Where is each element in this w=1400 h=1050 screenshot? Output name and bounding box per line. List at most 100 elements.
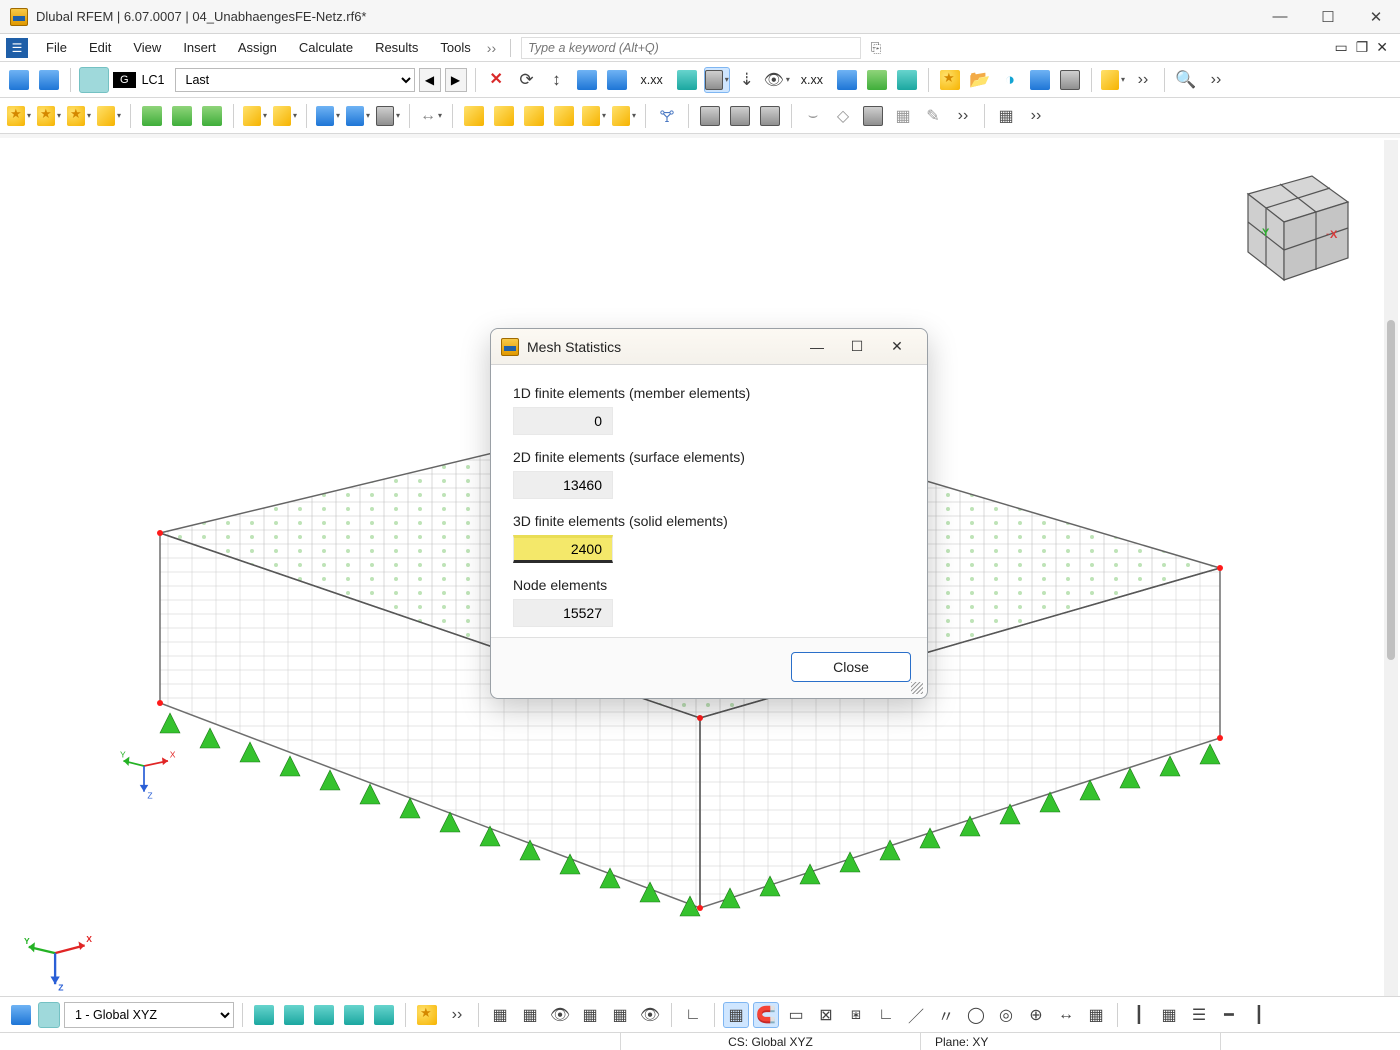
view-top-button[interactable] [757,103,783,129]
supports-button[interactable] [864,67,890,93]
toolbar1-more[interactable]: ›› [1203,67,1229,93]
grid-style-button[interactable] [414,1002,440,1028]
line-load-button[interactable] [521,103,547,129]
find-zoom-button[interactable]: 🔍 [1173,67,1199,93]
menu-insert[interactable]: Insert [173,37,226,58]
window-minimize-button[interactable]: — [1256,0,1304,34]
new-opening-button[interactable]: ▾ [242,103,268,129]
snap-center-button[interactable]: ⊕ [1023,1002,1049,1028]
free-load-button[interactable]: ▾ [581,103,607,129]
isometric-view-button[interactable]: ▾ [704,67,730,93]
plane-xy-button[interactable] [251,1002,277,1028]
snap-line1-button[interactable]: ／ [903,1002,929,1028]
menu-edit[interactable]: Edit [79,37,121,58]
filter-button[interactable]: 🝖 [654,103,680,129]
bottom-overflow-1[interactable]: ›› [444,1002,470,1028]
guide-v2-button[interactable]: ┃ [1246,1002,1272,1028]
snap-circle-button[interactable]: ◯ [963,1002,989,1028]
dialog-maximize-button[interactable]: ☐ [837,333,877,361]
nodal-load-button[interactable] [461,103,487,129]
dialog-close-icon[interactable]: ✕ [877,333,917,361]
guide-layers-button[interactable]: ☰ [1186,1002,1212,1028]
cs-icon[interactable] [8,1002,34,1028]
new-green3-button[interactable] [199,103,225,129]
view-side-button[interactable] [727,103,753,129]
snap-visible-button[interactable]: 👁 [547,1002,573,1028]
coloring-button[interactable] [674,67,700,93]
snap-grid3-button[interactable]: ▦ [577,1002,603,1028]
snap-target-button[interactable]: ◎ [993,1002,1019,1028]
dialog-minimize-button[interactable]: — [797,333,837,361]
plane-yz-button[interactable] [281,1002,307,1028]
show-extremes-button[interactable]: x.xx [794,67,830,93]
snap-diag-button[interactable]: ⧆ [843,1002,869,1028]
intersect-button[interactable]: ▾ [315,103,341,129]
force-button[interactable] [574,67,600,93]
view-pan-button[interactable]: ↕ [544,67,570,93]
plane-custom-button[interactable] [371,1002,397,1028]
misc-3-button[interactable] [860,103,886,129]
dialog-close-button[interactable]: Close [791,652,911,682]
model-manager-button[interactable] [1057,67,1083,93]
extend-button[interactable]: ▾ [375,103,401,129]
toolbar2-more[interactable]: ›› [1023,103,1049,129]
loadcase-select[interactable]: Last [175,68,415,92]
snap-grid1-button[interactable]: ▦ [487,1002,513,1028]
menu-results[interactable]: Results [365,37,428,58]
panel-toggle-icon[interactable]: ▭ [1334,39,1347,56]
dim-button[interactable]: ↔▾ [418,103,444,129]
panel-restore-icon[interactable]: ❐ [1356,39,1369,56]
undo-button[interactable] [6,67,32,93]
menu-overflow-icon[interactable]: ›› [487,40,496,56]
search-scope-icon[interactable]: ⎘ [863,37,889,59]
coordinate-system-select[interactable]: 1 - Global XYZ [64,1002,234,1028]
cs-color-swatch[interactable] [38,1002,60,1028]
toolbar2-overflow[interactable]: ›› [950,103,976,129]
misc-1-button[interactable]: ⌣ [800,103,826,129]
viewport-vertical-scrollbar[interactable] [1384,140,1398,1010]
guide-grid-button[interactable]: ▦ [1156,1002,1182,1028]
window-close-button[interactable]: ✕ [1352,0,1400,34]
new-node-button[interactable]: ▾ [6,103,32,129]
block-manager-button[interactable] [1027,67,1053,93]
view-front-button[interactable] [697,103,723,129]
new-green2-button[interactable] [169,103,195,129]
menu-assign[interactable]: Assign [228,37,287,58]
show-values-button[interactable]: x.xx [634,67,670,93]
snap-ortho-button[interactable]: ∟ [873,1002,899,1028]
visibility-button[interactable]: 👁▾ [764,67,790,93]
menu-tools[interactable]: Tools [430,37,480,58]
stiffness-button[interactable] [834,67,860,93]
new-solid-button[interactable]: ▾ [272,103,298,129]
new-line-button[interactable]: ▾ [36,103,62,129]
window-maximize-button[interactable]: ☐ [1304,0,1352,34]
new-green1-button[interactable] [139,103,165,129]
trim-button[interactable]: ▾ [345,103,371,129]
misc-2-button[interactable]: ◇ [830,103,856,129]
member-load-button[interactable] [491,103,517,129]
magnet-toggle-button[interactable]: 🧲 [753,1002,779,1028]
model-viewport[interactable]: Y X - - X Y Z X Y Z Mesh Statistics — ☐ … [0,138,1400,1012]
show-loads-button[interactable]: ⇣ [734,67,760,93]
snap-toggle-button[interactable]: ▦ [723,1002,749,1028]
menu-file[interactable]: File [36,37,77,58]
project-nav-button[interactable]: ▾ [1100,67,1126,93]
app-menu-icon[interactable] [6,38,28,58]
table-button[interactable]: ▦ [993,103,1019,129]
view-rotate-button[interactable]: ⟳ [514,67,540,93]
guide-v-button[interactable]: ┃ [1126,1002,1152,1028]
snap-visible2-button[interactable]: 👁 [637,1002,663,1028]
cloud-button[interactable]: ◑ [997,67,1023,93]
angle-button[interactable]: ∟ [680,1002,706,1028]
generated-load-button[interactable]: ▾ [611,103,637,129]
loadcase-color-swatch[interactable] [79,67,109,93]
loadcase-next-button[interactable]: ▶ [445,68,467,92]
dialog-resize-grip[interactable] [911,682,923,694]
delete-loads-button[interactable] [484,67,510,93]
snap-rect-button[interactable]: ▭ [783,1002,809,1028]
new-surface-button[interactable]: ▾ [96,103,122,129]
open-file-button[interactable]: 📂 [967,67,993,93]
new-member-button[interactable]: ▾ [66,103,92,129]
snap-line2-button[interactable]: 〃 [933,1002,959,1028]
snap-grid4-button[interactable]: ▦ [607,1002,633,1028]
